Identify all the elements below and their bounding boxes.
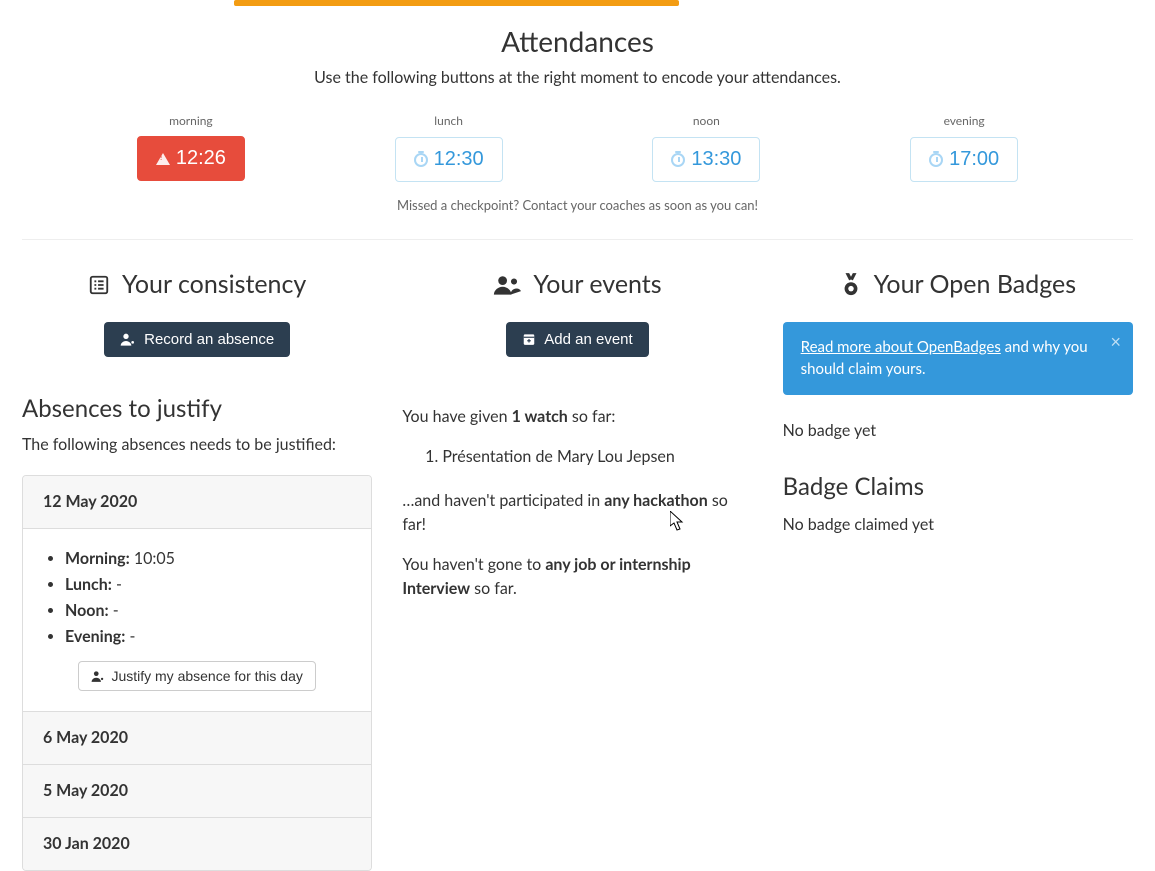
badges-title: Your Open Badges: [874, 266, 1077, 304]
no-badge-text: No badge yet: [783, 419, 1133, 443]
badge-claims-title: Badge Claims: [783, 469, 1133, 505]
absence-row: Noon: -: [65, 599, 351, 623]
stopwatch-icon: [671, 151, 685, 167]
events-title: Your events: [533, 266, 661, 304]
stopwatch-icon: [929, 151, 943, 167]
close-icon[interactable]: ×: [1111, 332, 1121, 350]
absence-row: Lunch: -: [65, 573, 351, 597]
checkpoint-evening-button[interactable]: 17:00: [910, 137, 1018, 182]
checkpoint-label: lunch: [320, 112, 578, 130]
users-icon: [493, 275, 521, 295]
accordion-header[interactable]: 30 Jan 2020: [23, 817, 371, 870]
record-absence-button[interactable]: Record an absence: [104, 322, 290, 357]
absences-to-justify-desc: The following absences needs to be justi…: [22, 433, 372, 457]
accordion-body: Morning: 10:05 Lunch: - Noon: - Evening:…: [23, 528, 371, 711]
checkpoint-morning-button[interactable]: 12:26: [137, 136, 245, 181]
events-interview-summary: You haven't gone to any job or internshi…: [402, 553, 752, 601]
no-badge-claimed-text: No badge claimed yet: [783, 513, 1133, 537]
attendances-subtitle: Use the following buttons at the right m…: [22, 66, 1133, 90]
checkpoint-label: noon: [578, 112, 836, 130]
absences-to-justify-title: Absences to justify: [22, 391, 372, 427]
checkpoint-noon-button[interactable]: 13:30: [652, 137, 760, 182]
absences-accordion: 12 May 2020 Morning: 10:05 Lunch: - Noon…: [22, 475, 372, 871]
justify-absence-label: Justify my absence for this day: [111, 668, 302, 684]
attendances-title: Attendances: [22, 20, 1133, 62]
accordion-header[interactable]: 12 May 2020: [23, 476, 371, 528]
list-check-icon: [88, 274, 110, 296]
warning-triangle-icon: [156, 153, 170, 165]
orange-strip: [234, 0, 679, 6]
checkpoint-time: 13:30: [691, 148, 741, 171]
calendar-plus-icon: [522, 332, 536, 346]
user-cog-icon: [91, 670, 105, 682]
watch-list: Présentation de Mary Lou Jepsen: [402, 445, 752, 469]
consistency-title: Your consistency: [122, 266, 306, 304]
checkpoint-lunch-button[interactable]: 12:30: [395, 137, 503, 182]
justify-absence-button[interactable]: Justify my absence for this day: [78, 661, 315, 691]
absence-row: Morning: 10:05: [65, 547, 351, 571]
openbadges-link[interactable]: Read more about OpenBadges: [801, 338, 1001, 356]
add-event-button[interactable]: Add an event: [506, 322, 648, 357]
accordion-header[interactable]: 5 May 2020: [23, 764, 371, 817]
divider: [22, 239, 1133, 240]
accordion-header[interactable]: 6 May 2020: [23, 711, 371, 764]
checkpoints-row: morning 12:26 lunch 12:30 noon 13:30 eve…: [22, 112, 1133, 182]
add-event-label: Add an event: [544, 331, 632, 348]
checkpoint-time: 12:30: [434, 148, 484, 171]
absence-row: Evening: -: [65, 625, 351, 649]
medal-icon: [840, 273, 862, 297]
watch-list-item: Présentation de Mary Lou Jepsen: [442, 445, 752, 469]
checkpoint-label: morning: [62, 112, 320, 130]
checkpoint-time: 12:26: [176, 147, 226, 170]
events-watch-summary: You have given 1 watch so far:: [402, 405, 752, 429]
checkpoint-label: evening: [835, 112, 1093, 130]
events-hackathon-summary: …and haven't participated in any hackath…: [402, 489, 752, 537]
openbadges-alert: Read more about OpenBadges and why you s…: [783, 322, 1133, 395]
stopwatch-icon: [414, 151, 428, 167]
checkpoint-time: 17:00: [949, 148, 999, 171]
missed-checkpoint-note: Missed a checkpoint? Contact your coache…: [22, 196, 1133, 216]
user-cog-icon: [120, 332, 136, 346]
record-absence-label: Record an absence: [144, 331, 274, 348]
